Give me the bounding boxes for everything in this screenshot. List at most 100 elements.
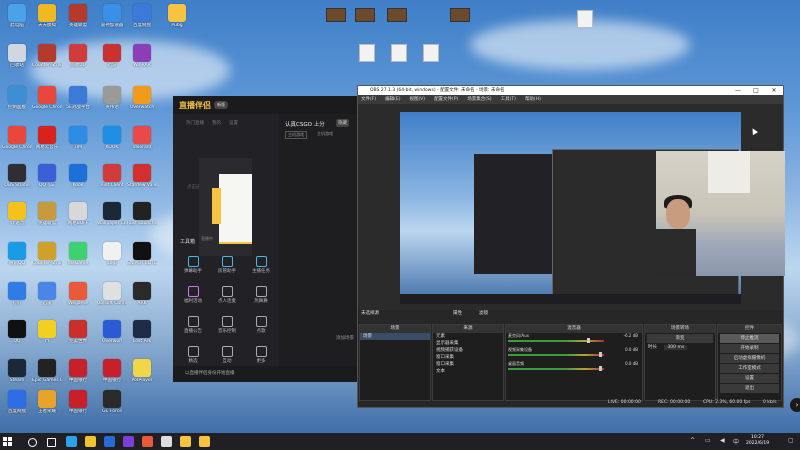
tray-chevron-icon[interactable]: ^ xyxy=(690,437,695,444)
desktop-file[interactable] xyxy=(572,10,598,28)
menu-item[interactable]: 工具(T) xyxy=(501,95,516,104)
search-icon[interactable] xyxy=(28,438,37,447)
desktop-file[interactable] xyxy=(352,8,378,22)
menu-item[interactable]: 视图(V) xyxy=(409,95,425,104)
desktop-icon[interactable]: 网易BUFF xyxy=(63,202,93,226)
tool-item[interactable]: 互动 xyxy=(212,346,242,364)
volume-slider[interactable] xyxy=(599,366,603,371)
menu-item[interactable]: 文件(F) xyxy=(361,95,376,104)
desktop-file[interactable] xyxy=(354,44,380,62)
volume-slider[interactable] xyxy=(599,352,603,357)
desktop-icon[interactable]: 控制面板 xyxy=(2,86,32,110)
desktop-icon[interactable]: 天天模拟 xyxy=(32,4,62,28)
source-item[interactable]: 视频捕获设备 xyxy=(433,347,503,354)
network-icon[interactable]: ▭ xyxy=(705,437,711,444)
control-button[interactable]: 工作室模式 xyxy=(720,364,779,373)
desktop-icon[interactable]: Valorant xyxy=(127,126,157,150)
desktop-icon[interactable]: 中国银行 xyxy=(97,359,127,383)
desktop-icon[interactable]: Steam xyxy=(2,359,32,383)
desktop-icon[interactable]: Kook xyxy=(63,164,93,188)
tool-item[interactable]: 弹幕助手 xyxy=(178,256,208,274)
desktop-icon[interactable]: 5E对战平台 xyxy=(63,86,93,110)
control-button[interactable]: 设置 xyxy=(720,374,779,383)
desktop-file[interactable] xyxy=(447,8,473,22)
desktop-icon[interactable]: Google Chrome xyxy=(32,86,62,110)
desktop-icon[interactable]: SNIPER ELITE 5 xyxy=(127,242,157,266)
control-button[interactable]: 开始录制 xyxy=(720,344,779,353)
desktop-icon[interactable]: 网易云音乐 xyxy=(32,126,62,150)
tool-item[interactable]: 福利活动 xyxy=(178,286,208,304)
tab-hot[interactable]: 热门直播 xyxy=(186,120,204,126)
obs-icon[interactable] xyxy=(161,436,172,447)
action-center-icon[interactable]: ▢ xyxy=(788,437,794,444)
menu-item[interactable]: 场景集合(S) xyxy=(467,95,491,104)
desktop-icon[interactable]: Overwolf xyxy=(97,320,127,344)
desktop-icon[interactable]: Pubg xyxy=(162,4,192,28)
desktop-icon[interactable]: 迅雷 xyxy=(32,282,62,306)
menu-item[interactable]: 帮助(H) xyxy=(525,95,541,104)
desktop-icon[interactable]: TIM xyxy=(63,126,93,150)
hide-button[interactable]: 隐藏 xyxy=(336,119,349,127)
menu-item[interactable]: 配置文件(P) xyxy=(434,95,458,104)
tool-item[interactable]: 点歌 xyxy=(246,316,276,334)
tool-item[interactable]: 热舞舞 xyxy=(246,286,276,304)
tab-mine[interactable]: 我的 xyxy=(212,120,221,126)
desktop-icon[interactable]: YY语音 xyxy=(2,202,32,226)
source-item[interactable]: 显示器采集 xyxy=(433,340,503,347)
desktop-file[interactable] xyxy=(418,44,444,62)
source-item[interactable]: 窗口采集 xyxy=(433,361,503,368)
desktop-icon[interactable]: Riot Client xyxy=(97,164,127,188)
live-bottom-bar[interactable]: 以直播伴侣身份开始直播 xyxy=(173,366,358,382)
desktop-icon[interactable]: 中国银行 xyxy=(63,390,93,414)
properties-tab[interactable]: 属性 xyxy=(453,310,462,318)
desktop-icon[interactable]: 回收站 xyxy=(2,44,32,68)
tool-item[interactable]: 房管助手 xyxy=(212,256,242,274)
task-view-icon[interactable] xyxy=(47,438,56,447)
desktop-icon[interactable]: Counter-Strike xyxy=(32,44,62,68)
desktop-icon[interactable]: GE Force xyxy=(97,390,127,414)
desktop-icon[interactable]: 英伟达 xyxy=(97,86,127,110)
desktop-icon[interactable]: Rust Launcher xyxy=(127,202,157,226)
desktop-icon[interactable]: 钉钉 xyxy=(2,282,32,306)
desktop-icon[interactable]: 完美世界 xyxy=(63,320,93,344)
control-button[interactable]: 退出 xyxy=(720,384,779,393)
desktop-icon[interactable]: 百度网盘 xyxy=(127,4,157,28)
tool-item[interactable]: 直播公告 xyxy=(178,316,208,334)
volume-icon[interactable]: ◀ xyxy=(720,437,725,444)
transition-select[interactable]: 渐变 xyxy=(647,334,713,343)
desktop-icon[interactable]: Wegame xyxy=(63,282,93,306)
clock[interactable]: 10:27 2022/6/19 xyxy=(746,435,769,447)
close-button[interactable]: ✕ xyxy=(765,86,783,95)
ime-icon[interactable]: 中 xyxy=(733,437,739,446)
desktop-icon[interactable]: Wallpaper Engine xyxy=(97,202,127,226)
maximize-button[interactable]: □ xyxy=(747,86,765,95)
desktop-icon[interactable]: WeGame xyxy=(63,242,93,266)
desktop-icon[interactable]: YY xyxy=(32,320,62,344)
control-button[interactable]: 停止推流 xyxy=(720,334,779,343)
tool-item[interactable]: 精选 xyxy=(178,346,208,364)
desktop-icon[interactable]: Stardew Valley xyxy=(127,164,157,188)
explorer-icon[interactable] xyxy=(85,436,96,447)
desktop-icon[interactable]: 雷神加速器 xyxy=(97,4,127,28)
desktop-file[interactable] xyxy=(323,8,349,22)
desktop-icon[interactable]: 王者荣耀 xyxy=(32,390,62,414)
desktop-icon[interactable]: KOOK xyxy=(97,126,127,150)
duration-input[interactable]: 300 ms xyxy=(664,345,688,350)
desktop-icon[interactable]: Epic Games Launcher xyxy=(32,359,62,383)
desktop-icon[interactable]: Ubisoft Connect xyxy=(97,282,127,306)
minimize-button[interactable]: — xyxy=(729,86,747,95)
desktop-file[interactable] xyxy=(384,8,410,22)
tab-settings[interactable]: 设置 xyxy=(229,120,238,126)
source-item[interactable]: 文本 xyxy=(433,368,503,375)
desktop-icon[interactable]: Logi xyxy=(97,242,127,266)
desktop-icon[interactable]: QQ xyxy=(2,320,32,344)
volume-slider[interactable] xyxy=(586,338,590,343)
desktop-icon[interactable]: PotPlayer xyxy=(127,359,157,383)
desktop-icon[interactable]: QQ飞车 xyxy=(32,164,62,188)
desktop-icon[interactable]: 网易UU xyxy=(63,44,93,68)
desktop-icon[interactable]: Counter-Strike xyxy=(32,242,62,266)
desktop-icon[interactable]: ARK xyxy=(127,282,157,306)
tool-item[interactable]: 点人连麦 xyxy=(212,286,242,304)
source-item[interactable]: 元素 xyxy=(433,333,503,340)
version-badge[interactable]: 新版 xyxy=(214,101,228,109)
